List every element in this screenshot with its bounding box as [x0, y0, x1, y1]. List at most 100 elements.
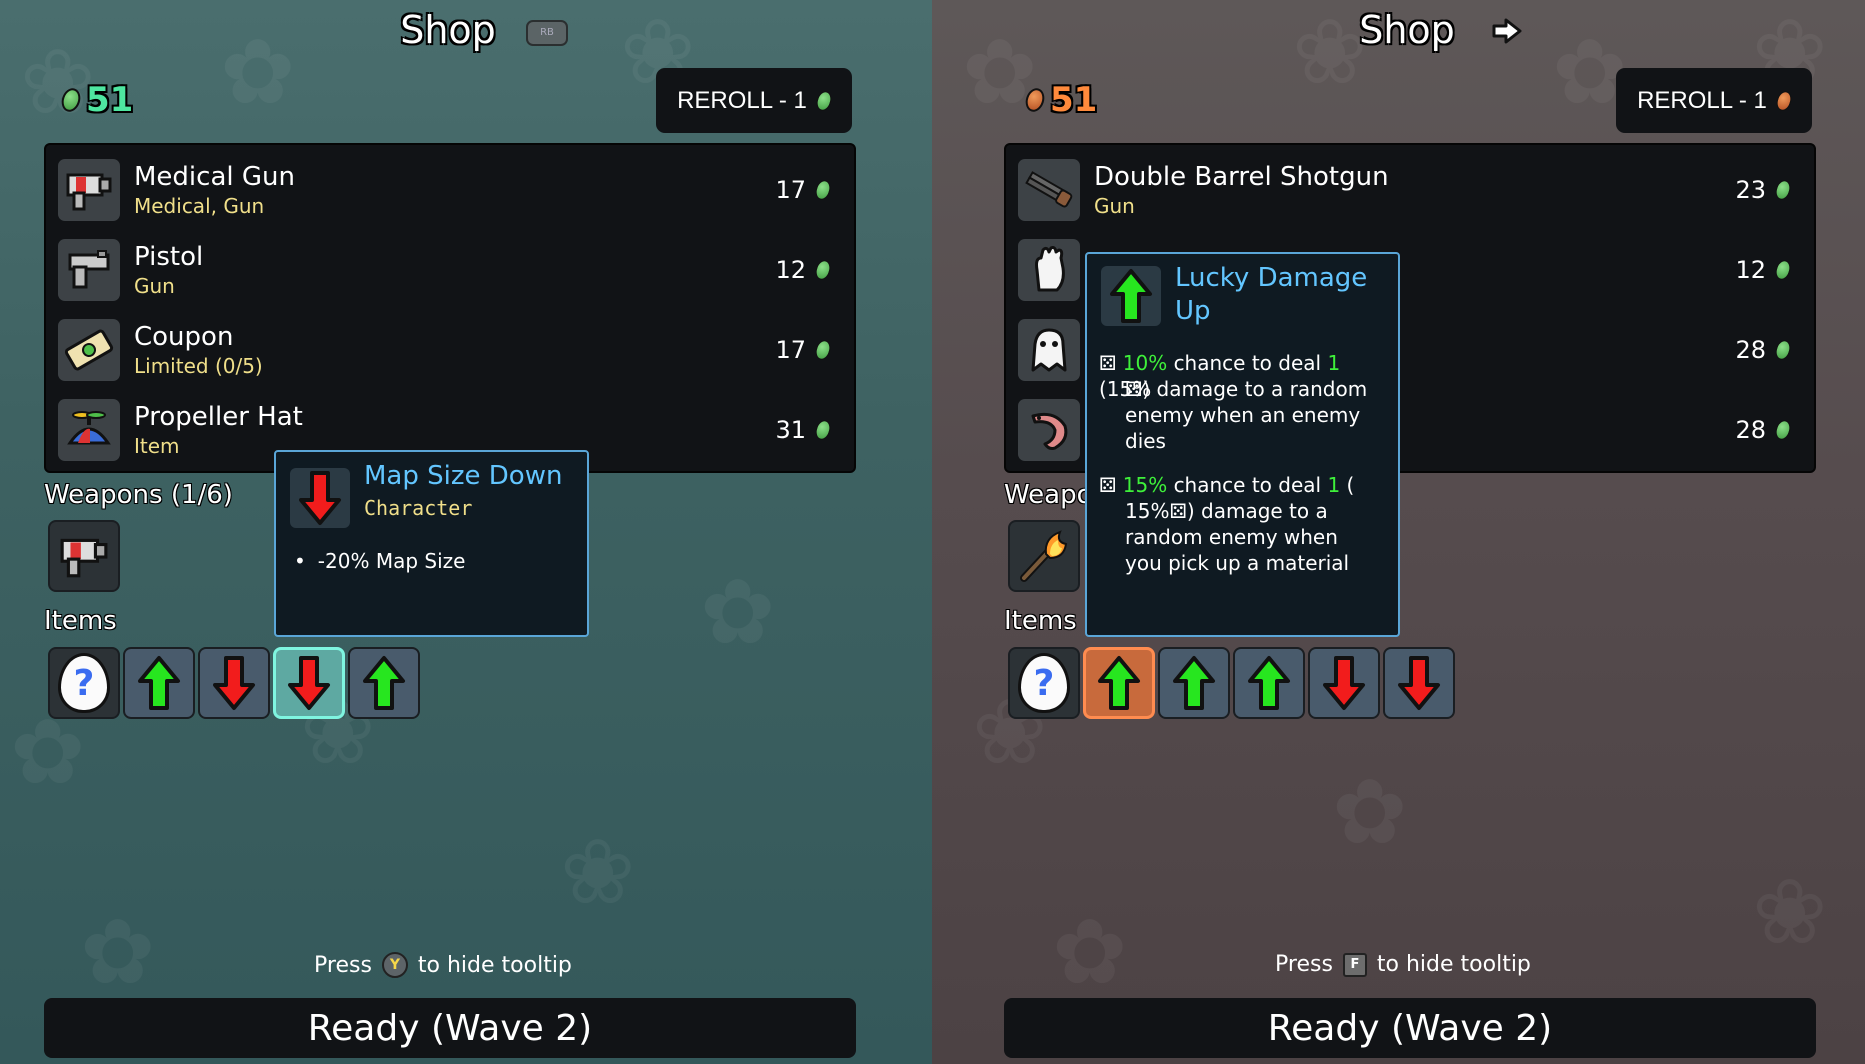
- item-name: Coupon: [134, 322, 234, 352]
- bullet-icon: •: [294, 549, 306, 573]
- tooltip-item-icon: [1101, 266, 1161, 326]
- material-coin-icon: [1022, 85, 1048, 115]
- item-price: 23: [1735, 176, 1766, 204]
- dice-icon: ⚄: [1099, 351, 1117, 375]
- material-coin-icon: [1773, 178, 1793, 202]
- tooltip-effect-line: ⚄) damage to a random: [1125, 376, 1367, 402]
- material-coin-icon: [1773, 338, 1793, 362]
- shop-row-pistol[interactable]: Pistol Gun 12: [58, 232, 842, 308]
- item-slot[interactable]: [348, 647, 420, 719]
- hint-press: Press: [314, 952, 372, 978]
- item-name: Pistol: [134, 242, 204, 272]
- currency-amount: 51: [86, 80, 134, 120]
- arrow-down-icon: [1398, 656, 1440, 710]
- mystery-egg-icon: ?: [1018, 653, 1070, 713]
- currency-display: 51: [1022, 80, 1098, 120]
- effect-text: chance to deal: [1173, 351, 1322, 375]
- effect-value: 1: [1327, 351, 1341, 375]
- y-button-icon: Y: [381, 952, 408, 978]
- arrow-up-icon: [363, 656, 405, 710]
- hint-press: Press: [1275, 952, 1333, 977]
- material-coin-icon: [813, 418, 833, 442]
- item-price: 12: [1735, 256, 1766, 284]
- reroll-button[interactable]: REROLL - 1: [1616, 68, 1812, 133]
- ghost-icon: [1018, 319, 1080, 381]
- item-name: Propeller Hat: [134, 402, 303, 432]
- dice-icon: ⚄: [1099, 473, 1117, 497]
- exit-arrow-icon: [1490, 18, 1524, 48]
- material-coin-icon: [1773, 258, 1793, 282]
- item-tags: Medical, Gun: [134, 194, 265, 218]
- hand-icon: [1018, 239, 1080, 301]
- items-label: Items: [44, 606, 117, 636]
- currency-display: 51: [58, 80, 134, 120]
- material-coin-icon: [1774, 88, 1794, 113]
- ready-button[interactable]: Ready (Wave 2): [1004, 998, 1816, 1058]
- item-price: 31: [775, 416, 806, 444]
- item-slot[interactable]: ?: [48, 647, 120, 719]
- effect-text: (: [1346, 473, 1355, 497]
- effect-text: you pick up a material: [1125, 551, 1350, 575]
- tooltip-title: Map Size Down: [364, 461, 563, 491]
- item-slot[interactable]: [1233, 647, 1305, 719]
- effect-text: 15%: [1125, 499, 1170, 523]
- item-price: 28: [1735, 416, 1766, 444]
- item-tooltip: Map Size Down Character • -20% Map Size: [274, 450, 589, 637]
- items-label: Items: [1004, 606, 1077, 636]
- item-name: Double Barrel Shotgun: [1094, 162, 1389, 192]
- medical-gun-icon: [58, 159, 120, 221]
- item-slot[interactable]: ?: [1008, 647, 1080, 719]
- material-coin-icon: [1773, 418, 1793, 442]
- tooltip-effect-line: 15%⚄) damage to a: [1125, 498, 1328, 524]
- dice-icon: ⚄: [1169, 499, 1187, 523]
- reroll-label: REROLL - 1: [1637, 86, 1767, 114]
- tooltip-item-icon: [290, 468, 350, 528]
- effect-text: dies: [1125, 429, 1166, 453]
- rb-button-icon: RB: [526, 20, 568, 46]
- item-slot[interactable]: [1158, 647, 1230, 719]
- effect-text: -20% Map Size: [317, 549, 466, 573]
- item-price: 12: [775, 256, 806, 284]
- ready-button[interactable]: Ready (Wave 2): [44, 998, 856, 1058]
- effect-percent: 10%: [1122, 351, 1168, 375]
- effect-text: chance to deal: [1173, 473, 1322, 497]
- item-slot-selected[interactable]: [1083, 647, 1155, 719]
- shop-title: Shop: [400, 8, 496, 52]
- item-tags: Gun: [1094, 194, 1135, 218]
- shop-row-coupon[interactable]: Coupon Limited (0/5) 17: [58, 312, 842, 388]
- weapon-slot[interactable]: [1008, 520, 1080, 592]
- item-tooltip: Lucky Damage Up ⚄ 10% chance to deal 1 (…: [1085, 252, 1400, 637]
- f-key-icon: F: [1342, 952, 1367, 977]
- item-slot[interactable]: [123, 647, 195, 719]
- item-slot-selected[interactable]: [273, 647, 345, 719]
- item-tags: Limited (0/5): [134, 354, 263, 378]
- arrow-up-icon: [1173, 656, 1215, 710]
- item-slot[interactable]: [1308, 647, 1380, 719]
- effect-text: enemy when an enemy: [1125, 403, 1361, 427]
- shop-row-medical-gun[interactable]: Medical Gun Medical, Gun 17: [58, 152, 842, 228]
- propeller-hat-icon: [58, 399, 120, 461]
- material-coin-icon: [813, 258, 833, 282]
- item-price: 17: [775, 176, 806, 204]
- reroll-button[interactable]: REROLL - 1: [656, 68, 852, 133]
- dice-icon: ⚄: [1125, 377, 1143, 401]
- item-slot[interactable]: [198, 647, 270, 719]
- weapon-slot[interactable]: [48, 520, 120, 592]
- arrow-down-icon: [213, 656, 255, 710]
- hide-tooltip-hint: Press F to hide tooltip: [1275, 952, 1531, 977]
- item-price: 28: [1735, 336, 1766, 364]
- item-name: Medical Gun: [134, 162, 295, 192]
- effect-text: random enemy when: [1125, 525, 1338, 549]
- item-slot[interactable]: [1383, 647, 1455, 719]
- shop-row-double-barrel-shotgun[interactable]: Double Barrel Shotgun Gun 23: [1018, 152, 1802, 228]
- shrimp-icon: [1018, 399, 1080, 461]
- reroll-label: REROLL - 1: [677, 86, 807, 114]
- effect-percent: 15%: [1122, 473, 1168, 497]
- player1-panel: ❀ ✿ ❀ ✿ ❀ ✿ ❀ ✿ Shop RB 51 REROLL - 1 Me…: [0, 0, 932, 1064]
- currency-amount: 51: [1050, 80, 1098, 120]
- medical-gun-icon: [60, 538, 108, 578]
- mystery-egg-icon: ?: [58, 653, 110, 713]
- material-coin-icon: [58, 85, 84, 115]
- material-coin-icon: [813, 338, 833, 362]
- tooltip-title-line1: Lucky Damage: [1175, 263, 1368, 293]
